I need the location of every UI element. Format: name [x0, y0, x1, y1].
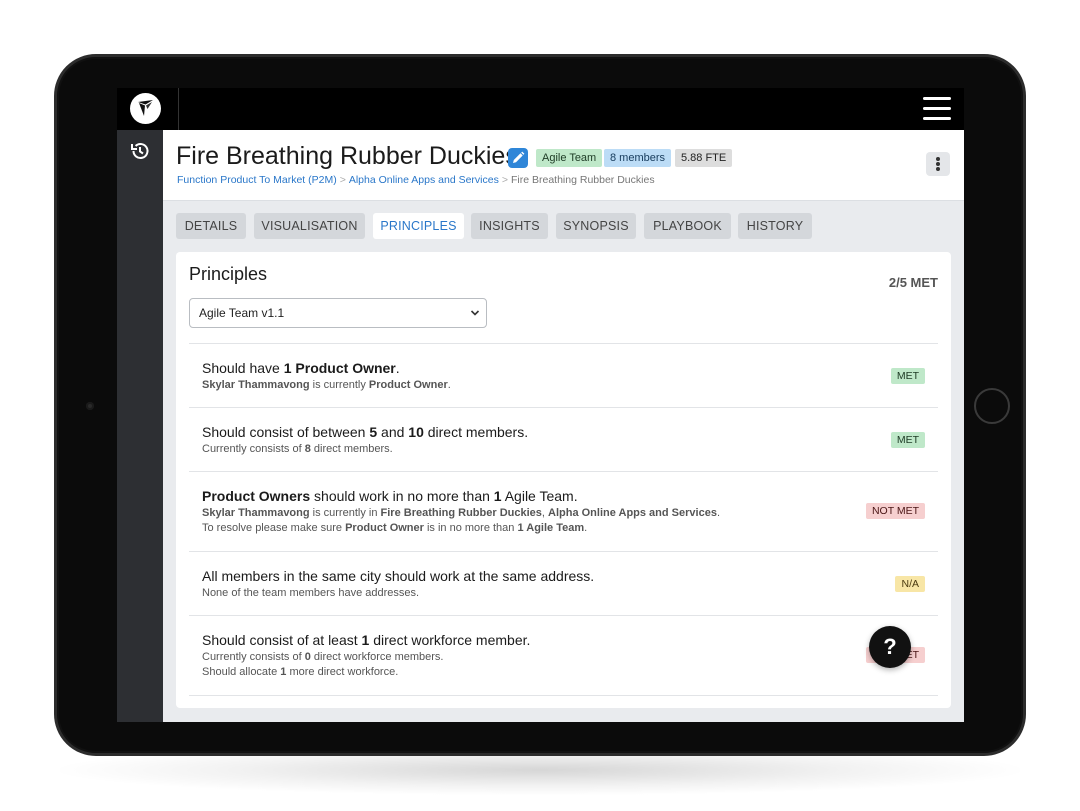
rule-text: Should consist of at least 1 direct work…	[202, 632, 531, 648]
chevron-down-icon	[470, 310, 480, 316]
hamburger-menu-icon[interactable]	[923, 97, 951, 121]
rule-detail: Currently consists of 8 direct members.	[202, 443, 393, 455]
edit-title-button[interactable]	[508, 148, 528, 168]
sidebar	[117, 130, 163, 722]
breadcrumb-current: Fire Breathing Rubber Duckies	[511, 174, 655, 186]
status-badge: MET	[890, 432, 925, 448]
breadcrumb: Function Product To Market (P2M) > Alpha O…	[177, 174, 655, 186]
pencil-icon	[513, 151, 525, 163]
page-header: Fire Breathing Rubber Duckies Agile Team…	[163, 130, 964, 201]
tab-visualisation[interactable]: VISUALISATION	[254, 213, 365, 239]
rule-resolution: To resolve please make sure Product Owne…	[202, 522, 588, 534]
history-icon[interactable]	[129, 140, 151, 162]
breadcrumb-separator-icon: >	[501, 174, 508, 186]
met-summary: 2/5 MET	[888, 275, 938, 290]
rules-divider	[189, 695, 938, 696]
app-screen: Fire Breathing Rubber Duckies Agile Team…	[117, 88, 964, 722]
rule-row: All members in the same city should work…	[189, 551, 938, 615]
rule-text: Should consist of between 5 and 10 direc…	[202, 424, 529, 440]
breadcrumb-separator-icon: >	[339, 174, 346, 186]
rule-text: Should have 1 Product Owner.	[202, 360, 400, 376]
breadcrumb-link-function[interactable]: Function Product To Market (P2M)	[177, 174, 337, 186]
topbar-divider	[178, 88, 179, 130]
breadcrumb-link-group[interactable]: Alpha Online Apps and Services	[349, 174, 499, 186]
logo-icon[interactable]	[130, 93, 161, 124]
principles-panel: Principles 2/5 MET Agile Team v1.1 Shoul…	[176, 252, 951, 708]
rule-detail: Skylar Thammavong is currently Product O…	[202, 379, 451, 391]
rules-list: Should have 1 Product Owner. Skylar Tham…	[189, 343, 938, 696]
rule-row: Should consist of at least 1 direct work…	[189, 615, 938, 695]
top-bar	[117, 88, 964, 130]
principle-set-select[interactable]: Agile Team v1.1	[189, 298, 487, 328]
rule-resolution: Should allocate 1 more direct workforce.	[202, 666, 399, 678]
rule-detail: None of the team members have addresses.	[202, 587, 420, 599]
tablet-camera	[86, 402, 94, 410]
tab-synopsis[interactable]: SYNOPSIS	[556, 213, 636, 239]
fte-badge: 5.88 FTE	[675, 149, 733, 167]
tab-details[interactable]: DETAILS	[176, 213, 246, 239]
members-badge: 8 members	[604, 149, 672, 167]
rule-text: Product Owners should work in no more th…	[202, 488, 578, 504]
tablet-home-button	[974, 388, 1010, 424]
help-button[interactable]: ?	[869, 626, 911, 668]
rule-detail: Skylar Thammavong is currently in Fire B…	[202, 507, 720, 519]
status-badge: NOT MET	[865, 503, 925, 519]
rule-row: Product Owners should work in no more th…	[189, 471, 938, 551]
kebab-menu-icon[interactable]	[926, 152, 950, 176]
tab-playbook[interactable]: PLAYBOOK	[644, 213, 731, 239]
tab-history[interactable]: HISTORY	[738, 213, 812, 239]
page-title: Fire Breathing Rubber Duckies	[176, 142, 518, 170]
select-value: Agile Team v1.1	[199, 306, 285, 320]
team-type-badge: Agile Team	[536, 149, 603, 167]
tab-insights[interactable]: INSIGHTS	[471, 213, 548, 239]
status-badge: MET	[890, 368, 925, 384]
panel-title: Principles	[189, 264, 268, 284]
rule-detail: Currently consists of 0 direct workforce…	[202, 651, 444, 663]
rule-row: Should have 1 Product Owner. Skylar Tham…	[189, 343, 938, 407]
rule-row: Should consist of between 5 and 10 direc…	[189, 407, 938, 471]
status-badge: N/A	[895, 576, 925, 592]
main-content: Fire Breathing Rubber Duckies Agile Team…	[163, 130, 964, 722]
rule-text: All members in the same city should work…	[202, 568, 595, 584]
tab-principles[interactable]: PRINCIPLES	[373, 213, 464, 239]
